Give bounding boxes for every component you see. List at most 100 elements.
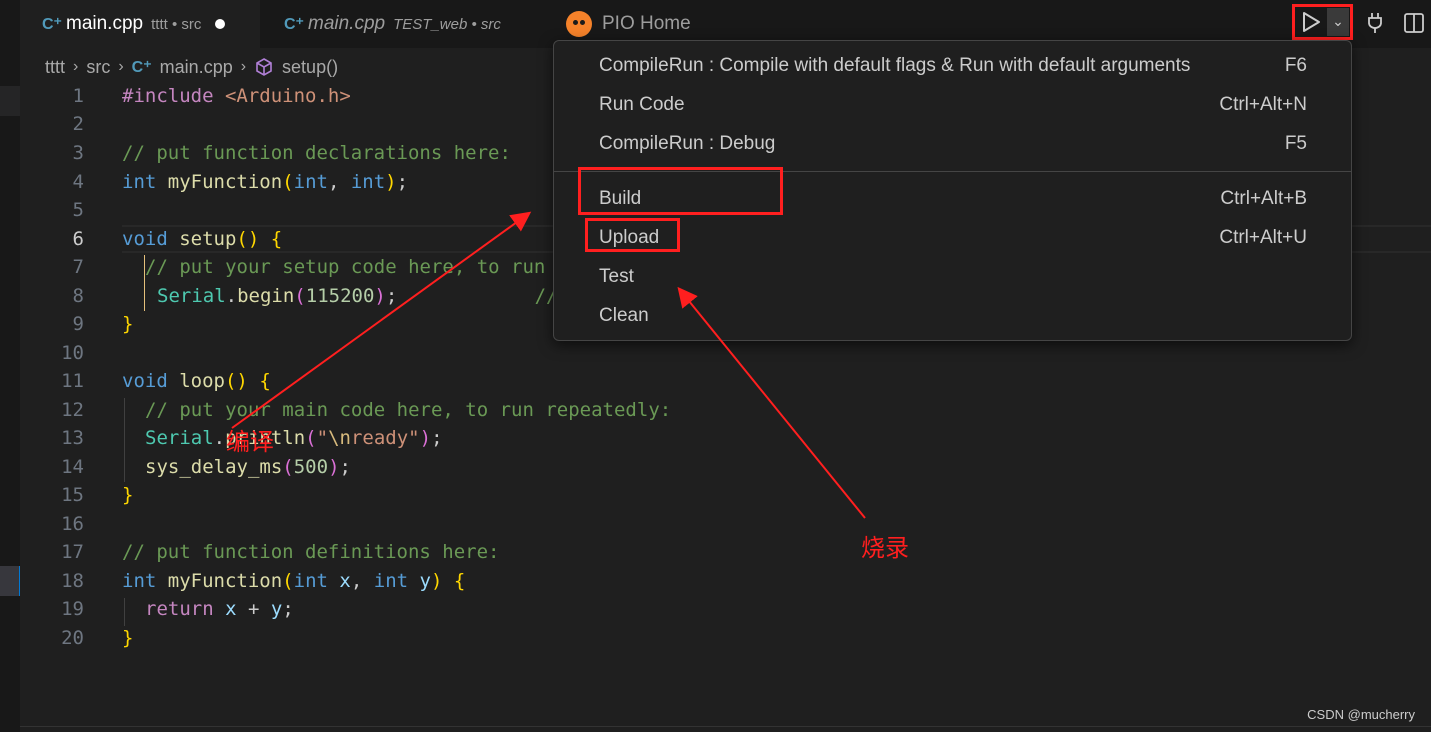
token: int (122, 171, 157, 193)
token: 115200 (305, 285, 375, 307)
token: // put function declarations here: (122, 142, 511, 164)
line-number: 1 (72, 85, 84, 107)
token: Serial (157, 285, 226, 307)
tab-label: main.cpp (66, 13, 144, 34)
line-number: 15 (61, 484, 84, 506)
menu-item-shortcut: F6 (1284, 55, 1307, 76)
menu-item-label: CompileRun : Debug (599, 133, 776, 154)
run-button-group: ⌄ (1292, 4, 1353, 40)
breadcrumb-separator: › (240, 58, 247, 75)
token: loop (179, 370, 225, 392)
token: myFunction (167, 171, 283, 193)
token: sys_delay_ms (145, 456, 283, 478)
highlight-box-upload (585, 218, 680, 252)
menu-item-shortcut: Ctrl+Alt+U (1219, 227, 1307, 248)
split-editor-button[interactable] (1400, 8, 1428, 38)
code-line-17: 17 // put function definitions here: (20, 538, 1431, 566)
code-line-14: 14 sys_delay_ms(500); (20, 453, 1431, 481)
watermark: CSDN @mucherry (1307, 707, 1415, 722)
tab-main-cpp-tttt[interactable]: C⁺ main.cpp tttt • src (20, 0, 260, 48)
code-line-12: 12 // put your main code here, to run re… (20, 396, 1431, 424)
token: void (122, 228, 168, 250)
annotation-burn: 烧录 (861, 534, 909, 562)
token: // put function definitions here: (122, 541, 500, 563)
breadcrumb-symbol[interactable]: setup() (282, 57, 338, 78)
menu-item-label: Run Code (599, 94, 685, 115)
token: y (270, 598, 283, 620)
line-number: 7 (72, 256, 84, 278)
token: // put your main code here, to run repea… (145, 399, 672, 421)
token: ready" (350, 427, 420, 449)
line-number: 14 (61, 456, 84, 478)
line-number: 12 (61, 399, 84, 421)
activity-strip (0, 0, 20, 732)
line-number: 13 (61, 427, 84, 449)
token: int (293, 171, 328, 193)
tab-label: PIO Home (602, 13, 691, 34)
breadcrumb-folder-src[interactable]: src (86, 57, 110, 78)
menu-item-run-code[interactable]: Run Code Ctrl+Alt+N (554, 87, 1351, 123)
breadcrumb-file[interactable]: main.cpp (160, 57, 233, 78)
code-line-16: 16 (20, 510, 1431, 538)
menu-item-shortcut: Ctrl+Alt+N (1219, 94, 1307, 115)
platformio-ant-icon (566, 11, 592, 37)
annotation-compile: 编译 (226, 428, 274, 456)
line-number: 11 (61, 370, 84, 392)
strip-mark (0, 86, 20, 116)
token: x (339, 570, 351, 592)
token: return (145, 598, 214, 620)
line-number: 20 (61, 627, 84, 649)
cpp-file-icon: C⁺ (42, 16, 62, 33)
cpp-file-icon: C⁺ (284, 16, 304, 33)
breadcrumb-separator: › (73, 58, 79, 75)
menu-item-label: CompileRun : Compile with default flags … (599, 55, 1191, 76)
split-editor-icon (1404, 13, 1424, 33)
breadcrumb-folder-tttt[interactable]: tttt (45, 57, 65, 78)
tab-description: tttt • src (151, 15, 202, 33)
unsaved-dot-icon[interactable] (215, 19, 226, 29)
token: Serial (145, 427, 214, 449)
line-number: 2 (72, 113, 84, 135)
method-cube-icon (256, 58, 272, 76)
menu-item-compilerun-default[interactable]: CompileRun : Compile with default flags … (554, 48, 1351, 84)
token: x (225, 598, 237, 620)
menu-item-compilerun-debug[interactable]: CompileRun : Debug F5 (554, 126, 1351, 162)
highlight-box-build (578, 167, 783, 215)
code-line-18: 18 int myFunction(int x, int y) { (20, 567, 1431, 595)
code-line-19: 19 return x + y; (20, 595, 1431, 623)
breadcrumb: tttt › src › C⁺ main.cpp › setup() (45, 54, 338, 80)
line-number: 18 (61, 570, 84, 592)
token: <Arduino.h> (224, 85, 351, 107)
line-number: 19 (61, 598, 84, 620)
play-icon (1303, 12, 1320, 32)
run-dropdown-button[interactable]: ⌄ (1327, 8, 1349, 36)
code-line-11: 11 void loop() { (20, 367, 1431, 395)
plug-icon (1368, 13, 1382, 33)
code-line-15: 15 } (20, 481, 1431, 509)
strip-selected-mark (0, 566, 20, 596)
cpp-file-icon: C⁺ (131, 59, 152, 76)
token: y (419, 570, 431, 592)
code-line-10: 10 (20, 339, 1431, 367)
line-number-active: 6 (72, 228, 84, 250)
plug-button[interactable] (1361, 8, 1389, 38)
token: " (316, 427, 329, 449)
panel-divider (20, 726, 1431, 727)
tab-description: TEST_web • src (393, 15, 501, 33)
token: int (293, 570, 328, 592)
token: begin (237, 285, 295, 307)
token: #include (122, 85, 214, 107)
menu-item-shortcut: Ctrl+Alt+B (1220, 188, 1307, 209)
token: int (122, 570, 157, 592)
line-number: 16 (61, 513, 84, 535)
token: int (350, 171, 386, 193)
menu-item-test[interactable]: Test (554, 259, 1351, 295)
token: int (373, 570, 409, 592)
run-play-button[interactable] (1295, 10, 1327, 34)
tab-main-cpp-test-web[interactable]: C⁺ main.cpp TEST_web • src (262, 0, 550, 48)
menu-item-clean[interactable]: Clean (554, 298, 1351, 334)
menu-item-label: Clean (599, 305, 649, 326)
tab-label: main.cpp (308, 13, 386, 34)
code-line-20: 20 } (20, 624, 1431, 652)
token: // put your setup code here, to run (145, 256, 546, 278)
